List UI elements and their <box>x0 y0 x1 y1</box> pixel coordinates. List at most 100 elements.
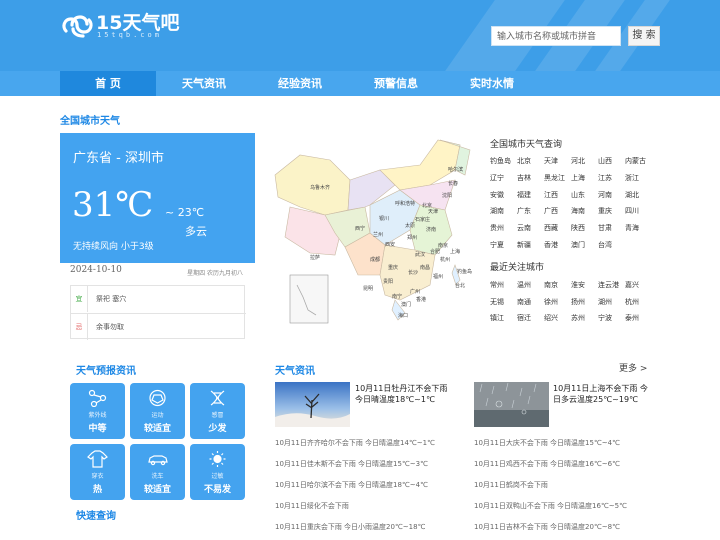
featured-news-1[interactable]: 10月11日牡丹江不会下雨 今日晴温度18℃~1℃ <box>355 383 450 405</box>
recent-city-link[interactable]: 湖州 <box>598 297 612 307</box>
province-link[interactable]: 山西 <box>598 156 612 166</box>
province-link[interactable]: 钓鱼岛 <box>490 156 511 166</box>
news-item[interactable]: 10月11日双鸭山不会下雨 今日晴温度16℃~5℃ <box>474 501 627 511</box>
recent-city-link[interactable]: 苏州 <box>571 313 585 323</box>
cold-tile[interactable]: 感冒 少发 <box>190 383 245 439</box>
solar-date: 2024-10-10 <box>70 265 122 275</box>
dress-value: 热 <box>92 485 102 495</box>
recent-city-link[interactable]: 无锡 <box>490 297 504 307</box>
news-more-link[interactable]: 更多 > <box>619 361 647 374</box>
current-weather-card: 广东省 - 深圳市 31℃ ~ 23℃ 多云 无持续风向 小于3级 <box>60 133 255 263</box>
recent-city-link[interactable]: 绍兴 <box>544 313 558 323</box>
sport-tile[interactable]: 运动 较适宜 <box>130 383 185 439</box>
province-link[interactable]: 青海 <box>625 223 639 233</box>
recent-city-link[interactable]: 宿迁 <box>517 313 531 323</box>
recent-city-link[interactable]: 淮安 <box>571 280 585 290</box>
recent-city-link[interactable]: 温州 <box>517 280 531 290</box>
yi-value: 祭祀 塞穴 <box>96 295 127 303</box>
featured-news-2[interactable]: 10月11日上海不会下雨 今日多云温度25℃~19℃ <box>553 383 648 405</box>
recent-city-link[interactable]: 连云港 <box>598 280 619 290</box>
province-link[interactable]: 陕西 <box>571 223 585 233</box>
cold-label: 感冒 <box>211 412 224 419</box>
province-link[interactable]: 安徽 <box>490 190 504 200</box>
news-item[interactable]: 10月11日绥化不会下雨 <box>275 501 349 511</box>
carwash-tile[interactable]: 洗车 较适宜 <box>130 444 185 500</box>
svg-text:海口: 海口 <box>398 312 408 319</box>
province-link[interactable]: 澳门 <box>571 240 585 250</box>
svg-text:合肥: 合肥 <box>430 248 440 255</box>
china-map[interactable]: 乌鲁木齐 西宁 兰州 拉萨 成都 贵阳 昆明 南宁 海口 广州 长沙 武汉 郑州… <box>270 135 480 330</box>
yi-tag: 宜 <box>71 286 88 312</box>
province-link[interactable]: 上海 <box>571 173 585 183</box>
current-city[interactable]: 广东省 - 深圳市 <box>73 147 164 166</box>
search-input[interactable]: 输入城市名称或城市拼音 <box>491 26 621 46</box>
recent-city-link[interactable]: 徐州 <box>544 297 558 307</box>
news-image-rain[interactable] <box>474 382 549 427</box>
uv-label: 紫外线 <box>88 412 107 419</box>
recent-city-link[interactable]: 扬州 <box>571 297 585 307</box>
recent-city-link[interactable]: 镇江 <box>490 313 504 323</box>
news-item[interactable]: 10月11日大庆不会下雨 今日晴温度15℃~4℃ <box>474 438 620 448</box>
allergy-tile[interactable]: 过敏 不易发 <box>190 444 245 500</box>
province-link[interactable]: 海南 <box>571 206 585 216</box>
province-link[interactable]: 广西 <box>544 206 558 216</box>
province-link[interactable]: 湖北 <box>625 190 639 200</box>
news-item[interactable]: 10月11日重庆会下雨 今日小雨温度20℃~18℃ <box>275 522 425 532</box>
recent-city-link[interactable]: 嘉兴 <box>625 280 639 290</box>
nav-water[interactable]: 实时水情 <box>444 71 540 96</box>
recent-city-link[interactable]: 宁波 <box>598 313 612 323</box>
svg-text:香港: 香港 <box>416 296 426 303</box>
logo-icon[interactable] <box>60 9 100 41</box>
recent-city-link[interactable]: 南京 <box>544 280 558 290</box>
nav-warnings[interactable]: 预警信息 <box>348 71 444 96</box>
province-link[interactable]: 湖南 <box>490 206 504 216</box>
province-link[interactable]: 吉林 <box>517 173 531 183</box>
province-link[interactable]: 福建 <box>517 190 531 200</box>
province-link[interactable]: 香港 <box>544 240 558 250</box>
province-link[interactable]: 四川 <box>625 206 639 216</box>
nav-weather-news[interactable]: 天气资讯 <box>156 71 252 96</box>
svg-text:郑州: 郑州 <box>407 234 417 241</box>
province-link[interactable]: 甘肃 <box>598 223 612 233</box>
province-link[interactable]: 河南 <box>598 190 612 200</box>
province-link[interactable]: 广东 <box>517 206 531 216</box>
news-image-snow-tree[interactable] <box>275 382 350 427</box>
province-link[interactable]: 新疆 <box>517 240 531 250</box>
temp-low: ~ 23℃ <box>165 206 205 219</box>
province-link[interactable]: 黑龙江 <box>544 173 565 183</box>
province-link[interactable]: 台湾 <box>598 240 612 250</box>
dress-tile[interactable]: 穿衣 热 <box>70 444 125 500</box>
province-link[interactable]: 山东 <box>571 190 585 200</box>
province-link[interactable]: 西藏 <box>544 223 558 233</box>
province-link[interactable]: 云南 <box>517 223 531 233</box>
uv-tile[interactable]: 紫外线 中等 <box>70 383 125 439</box>
quick-query-title: 快速查询 <box>76 511 116 522</box>
news-item[interactable]: 10月11日吉林不会下雨 今日晴温度20℃~8℃ <box>474 522 620 532</box>
recent-city-link[interactable]: 南通 <box>517 297 531 307</box>
province-link[interactable]: 重庆 <box>598 206 612 216</box>
province-link[interactable]: 河北 <box>571 156 585 166</box>
news-item[interactable]: 10月11日鹤岗不会下雨 <box>474 480 548 490</box>
province-link[interactable]: 江西 <box>544 190 558 200</box>
province-link[interactable]: 浙江 <box>625 173 639 183</box>
news-item[interactable]: 10月11日哈尔滨不会下雨 今日晴温度18℃~4℃ <box>275 480 428 490</box>
nav-home[interactable]: 首 页 <box>60 71 156 96</box>
nav-experience[interactable]: 经验资讯 <box>252 71 348 96</box>
svg-text:广州: 广州 <box>410 288 420 295</box>
province-link[interactable]: 内蒙古 <box>625 156 646 166</box>
recent-city-link[interactable]: 杭州 <box>625 297 639 307</box>
recent-city-link[interactable]: 常州 <box>490 280 504 290</box>
province-link[interactable]: 江苏 <box>598 173 612 183</box>
current-temp: 31℃ <box>72 185 154 225</box>
news-item[interactable]: 10月11日佳木斯不会下雨 今日晴温度15℃~3℃ <box>275 459 428 469</box>
news-item[interactable]: 10月11日齐齐哈尔不会下雨 今日晴温度14℃~1℃ <box>275 438 435 448</box>
province-link[interactable]: 宁夏 <box>490 240 504 250</box>
news-item[interactable]: 10月11日鸡西不会下雨 今日晴温度16℃~6℃ <box>474 459 620 469</box>
province-link[interactable]: 辽宁 <box>490 173 504 183</box>
province-link[interactable]: 天津 <box>544 156 558 166</box>
province-link[interactable]: 贵州 <box>490 223 504 233</box>
svg-text:太原: 太原 <box>405 222 415 229</box>
province-link[interactable]: 北京 <box>517 156 531 166</box>
recent-city-link[interactable]: 泰州 <box>625 313 639 323</box>
search-button[interactable]: 搜 索 <box>628 26 660 46</box>
